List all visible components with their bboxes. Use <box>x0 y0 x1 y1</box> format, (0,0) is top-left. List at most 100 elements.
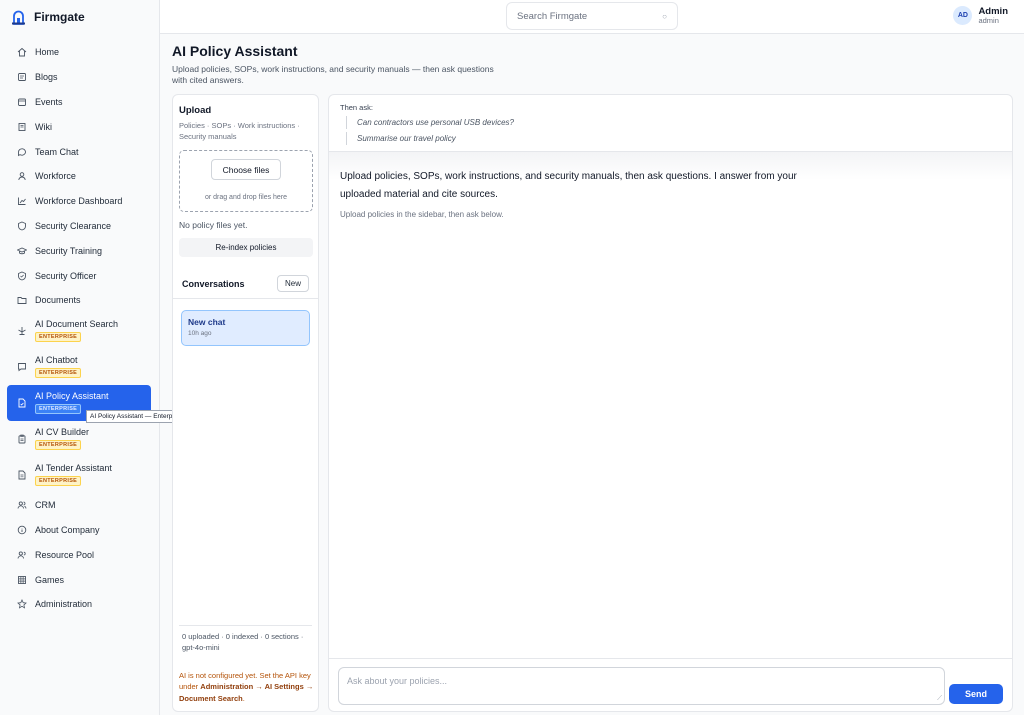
blog-icon <box>16 72 27 83</box>
divider <box>179 625 312 626</box>
file-drop-zone[interactable]: Choose files or drag and drop files here <box>179 150 313 212</box>
chart-icon <box>16 196 27 207</box>
calendar-icon <box>16 96 27 107</box>
search-input[interactable]: Search Firmgate ○ <box>506 2 678 30</box>
star-icon <box>16 599 27 610</box>
chatbot-icon <box>16 361 27 372</box>
sidebar-item-games[interactable]: Games <box>0 567 159 592</box>
page-title: AI Policy Assistant <box>172 43 298 59</box>
index-stats: 0 uploaded · 0 indexed · 0 sections · gp… <box>182 632 304 653</box>
sidebar-item-label: AI Chatbot <box>35 355 78 366</box>
ai-search-icon <box>16 325 27 336</box>
chat-messages: Upload policies, SOPs, work instructions… <box>329 152 1012 658</box>
sidebar-item-label: CRM <box>35 500 56 511</box>
graduation-cap-icon <box>16 245 27 256</box>
chat-input[interactable]: Ask about your policies... ⟋ <box>338 667 945 705</box>
sidebar-item-about-company[interactable]: About Company <box>0 518 159 543</box>
shield-check-icon <box>16 270 27 281</box>
upload-title: Upload <box>179 105 212 116</box>
reindex-button[interactable]: Re-index policies <box>179 238 313 257</box>
sidebar-item-wiki[interactable]: Wiki <box>0 114 159 139</box>
app-name: Firmgate <box>34 10 85 24</box>
sidebar-item-label: About Company <box>35 524 100 535</box>
grid-icon <box>16 574 27 585</box>
sidebar-item-label: Blogs <box>35 72 58 83</box>
conversation-item[interactable]: New chat 10h ago <box>181 310 310 346</box>
sidebar-item-label: AI Document Search <box>35 319 119 330</box>
chat-hint: Upload policies in the sidebar, then ask… <box>340 210 504 219</box>
conversations-header: Conversations New <box>173 273 318 299</box>
example-question[interactable]: Can contractors use personal USB devices… <box>346 116 514 129</box>
sidebar: Firmgate Home Blogs Events Wiki Team Cha… <box>0 0 209 715</box>
sidebar-item-label: Security Clearance <box>35 220 112 231</box>
sidebar-item-team-chat[interactable]: Team Chat <box>0 139 159 164</box>
book-icon <box>16 121 27 132</box>
people-icon <box>16 549 27 560</box>
sidebar-item-security-officer[interactable]: Security Officer <box>0 263 159 288</box>
sidebar-item-security-clearance[interactable]: Security Clearance <box>0 214 159 239</box>
enterprise-badge: ENTERPRISE <box>35 332 82 343</box>
enterprise-badge: ENTERPRISE <box>35 440 82 451</box>
enterprise-badge: ENTERPRISE <box>35 404 82 415</box>
resize-handle-icon[interactable]: ⟋ <box>937 695 942 703</box>
info-icon <box>16 524 27 535</box>
sidebar-item-label: AI CV Builder <box>35 427 90 438</box>
sidebar-item-documents[interactable]: Documents <box>0 288 159 313</box>
sidebar-item-label: Security Officer <box>35 270 97 281</box>
shield-icon <box>16 220 27 231</box>
sidebar-item-label: Games <box>35 574 65 585</box>
sidebar-item-label: Wiki <box>35 121 52 132</box>
sidebar-item-ai-document-search[interactable]: AI Document Search ENTERPRISE <box>0 313 159 349</box>
assistant-intro: Upload policies, SOPs, work instructions… <box>340 171 797 200</box>
sidebar-item-workforce-dashboard[interactable]: Workforce Dashboard <box>0 189 159 214</box>
firmgate-logo-icon <box>11 10 26 25</box>
ai-settings-link[interactable]: Administration → AI Settings → Document … <box>179 682 313 702</box>
sidebar-item-crm[interactable]: CRM <box>0 493 159 518</box>
folder-icon <box>16 295 27 306</box>
sidebar-item-label: AI Policy Assistant <box>35 391 109 402</box>
sidebar-nav: Home Blogs Events Wiki Team Chat Workfor… <box>0 40 159 617</box>
sidebar-item-security-training[interactable]: Security Training <box>0 238 159 263</box>
conversations-title: Conversations <box>182 279 245 289</box>
conversation-time: 10h ago <box>188 330 212 337</box>
enterprise-badge: ENTERPRISE <box>35 476 82 487</box>
chat-bubble-icon <box>16 146 27 157</box>
sidebar-item-resource-pool[interactable]: Resource Pool <box>0 542 159 567</box>
send-button[interactable]: Send <box>949 684 1003 704</box>
new-conversation-button[interactable]: New <box>277 275 309 292</box>
sidebar-item-ai-cv-builder[interactable]: AI CV Builder ENTERPRISE <box>0 421 159 457</box>
sidebar-item-label: AI Tender Assistant <box>35 463 112 474</box>
sidebar-item-label: Workforce Dashboard <box>35 196 123 207</box>
sidebar-item-workforce[interactable]: Workforce <box>0 164 159 189</box>
policy-document-icon <box>16 397 27 408</box>
sidebar-item-label: Security Training <box>35 245 103 256</box>
user-menu[interactable]: AD Admin admin <box>953 6 1008 25</box>
sidebar-item-blogs[interactable]: Blogs <box>0 65 159 90</box>
home-icon <box>16 47 27 58</box>
sidebar-item-home[interactable]: Home <box>0 40 159 65</box>
user-name: Admin <box>978 5 1008 17</box>
example-question[interactable]: Summarise our travel policy <box>346 132 456 145</box>
upload-panel: Upload Policies · SOPs · Work instructio… <box>172 94 319 712</box>
sidebar-item-label: Resource Pool <box>35 549 95 560</box>
page-subtitle: Upload policies, SOPs, work instructions… <box>172 64 494 86</box>
sidebar-item-label: Workforce <box>35 171 76 182</box>
brand[interactable]: Firmgate <box>0 0 159 34</box>
sidebar-item-ai-chatbot[interactable]: AI Chatbot ENTERPRISE <box>0 349 159 385</box>
search-icon: ○ <box>662 11 667 21</box>
enterprise-badge: ENTERPRISE <box>35 368 82 379</box>
sidebar-item-label: Home <box>35 47 60 58</box>
sidebar-item-label: Team Chat <box>35 146 79 157</box>
chat-panel: Then ask: Can contractors use personal U… <box>328 94 1013 712</box>
sidebar-item-administration[interactable]: Administration <box>0 592 159 617</box>
chat-input-placeholder: Ask about your policies... <box>347 676 448 686</box>
sidebar-item-events[interactable]: Events <box>0 90 159 115</box>
ai-config-warning: AI is not configured yet. Set the API ke… <box>179 670 315 704</box>
sidebar-item-label: Events <box>35 96 63 107</box>
no-files-message: No policy files yet. <box>179 220 248 230</box>
divider <box>329 658 1012 659</box>
sidebar-item-ai-tender-assistant[interactable]: AI Tender Assistant ENTERPRISE <box>0 457 159 493</box>
choose-files-button[interactable]: Choose files <box>211 159 281 180</box>
clipboard-icon <box>16 433 27 444</box>
warning-suffix: . <box>242 693 245 703</box>
